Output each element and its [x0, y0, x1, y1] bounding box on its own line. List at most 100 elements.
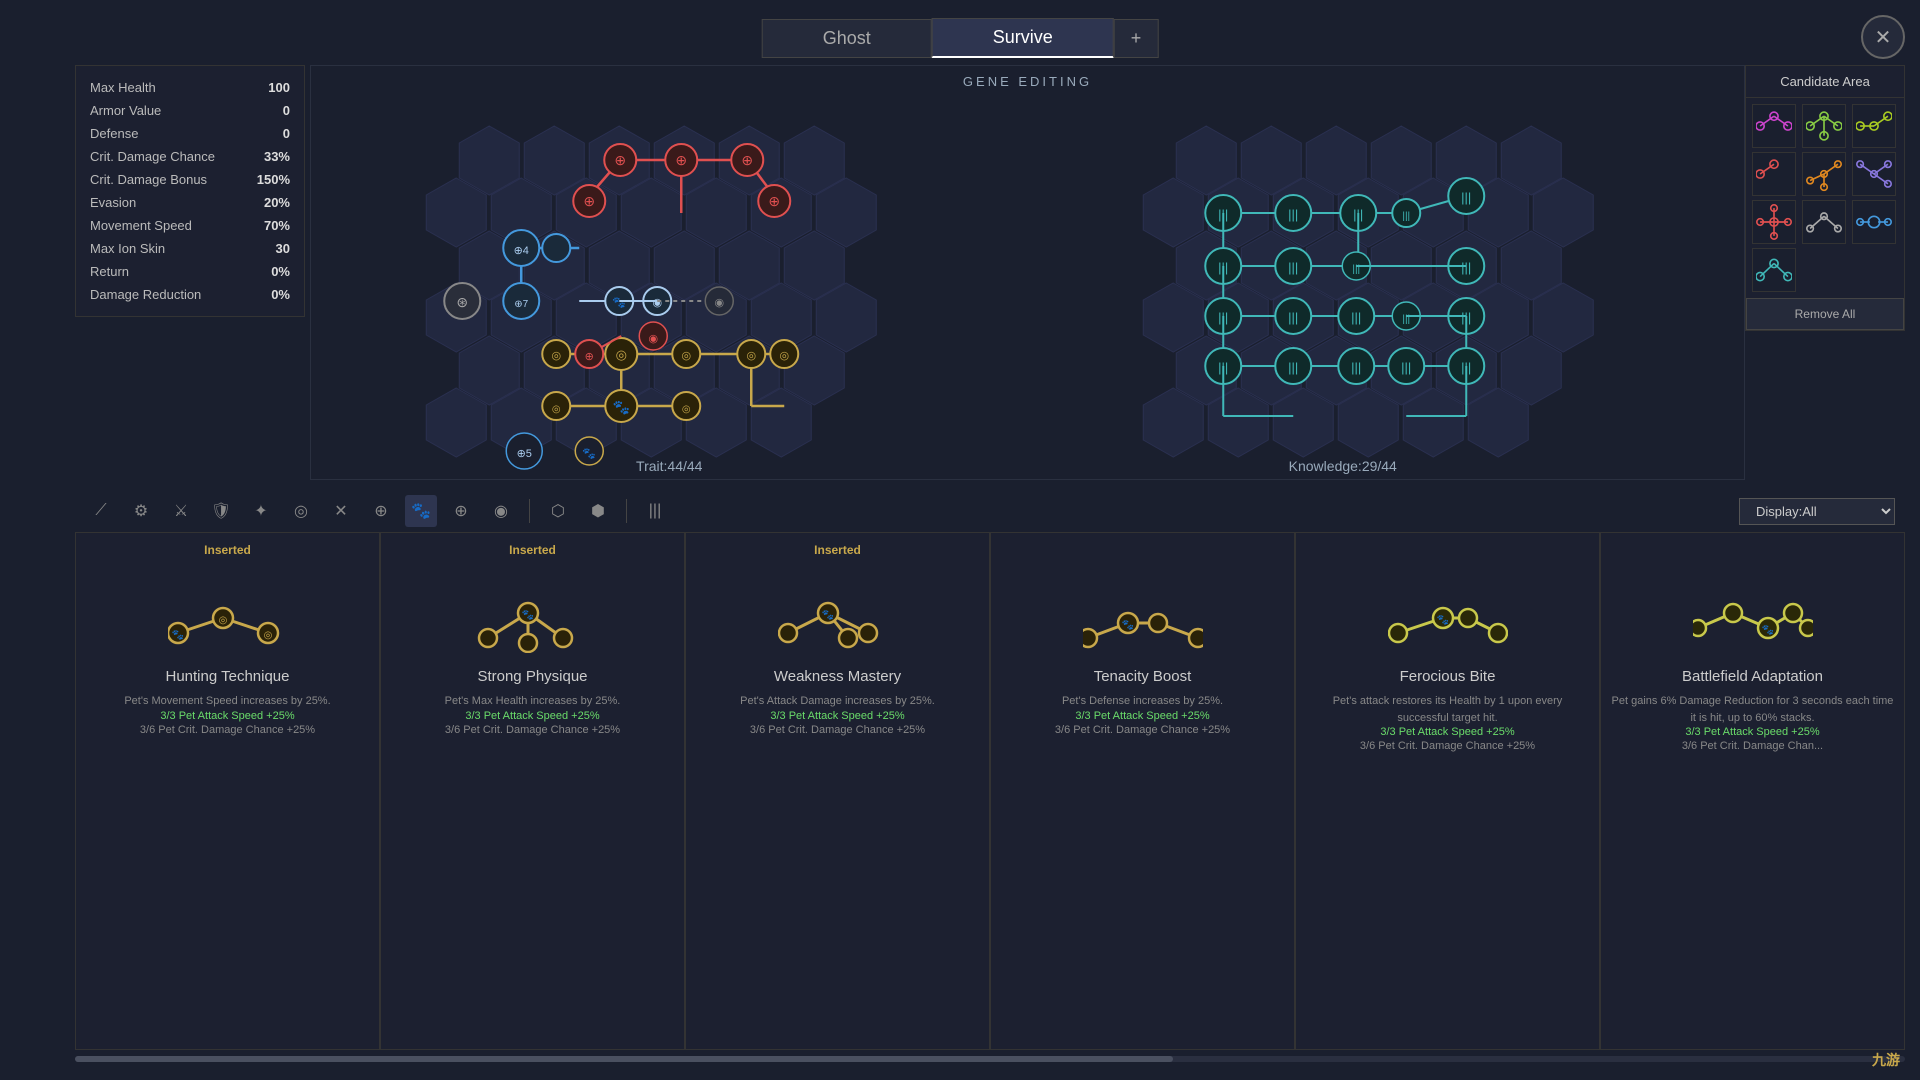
svg-text:◉: ◉ [648, 333, 658, 345]
stat-dmg-reduction: Damage Reduction 0% [76, 283, 304, 306]
candidate-item-9[interactable] [1852, 200, 1896, 244]
svg-text:⊛: ⊛ [456, 294, 468, 310]
gene-editing-area: GENE EDITING [310, 65, 1745, 480]
candidate-item-1[interactable] [1752, 104, 1796, 148]
filter-icon-gear[interactable]: ⚙ [125, 495, 157, 527]
card-area: Inserted 🐾 ◎ ◎ Hunting Technique Pet's M… [75, 532, 1905, 1050]
svg-text:⊕: ⊕ [614, 152, 626, 168]
stat-movement: Movement Speed 70% [76, 214, 304, 237]
svg-text:◎: ◎ [682, 404, 691, 415]
svg-text:🐾: 🐾 [521, 609, 533, 621]
card-strong-physique[interactable]: Inserted 🐾 Strong Physique Pet's Max Hea… [380, 532, 685, 1050]
card-hunting-technique[interactable]: Inserted 🐾 ◎ ◎ Hunting Technique Pet's M… [75, 532, 380, 1050]
candidate-item-4[interactable] [1752, 152, 1796, 196]
logo: 九游 [1872, 1050, 1900, 1070]
card-name-6: Battlefield Adaptation [1682, 668, 1823, 685]
candidate-area: Candidate Area [1745, 65, 1905, 331]
candidate-item-5[interactable] [1802, 152, 1846, 196]
candidate-item-8[interactable] [1802, 200, 1846, 244]
filter-icon-circle[interactable]: ◎ [285, 495, 317, 527]
tab-add[interactable]: + [1114, 19, 1159, 58]
filter-icon-bars-circle[interactable]: ◉ [485, 495, 517, 527]
card-desc-1: Pet's Movement Speed increases by 25%. [124, 693, 330, 710]
svg-text:🐾: 🐾 [1121, 619, 1133, 631]
filter-divider-1 [529, 499, 530, 523]
stat-armor: Armor Value 0 [76, 99, 304, 122]
trait-grid[interactable]: ⊕ ⊕ ⊕ ⊕ ⊕ ⊕4 ⊕7 ⊛ 🐾 ◉ ◉ [311, 96, 1028, 480]
card-badge-1: Inserted [204, 543, 251, 557]
filter-icon-shield[interactable]: 🛡 [205, 495, 237, 527]
card-icon-1: 🐾 ◎ ◎ [86, 568, 369, 668]
svg-text:|||: ||| [1351, 310, 1361, 325]
scrollbar-thumb[interactable] [75, 1056, 1173, 1062]
svg-text:⊕: ⊕ [585, 351, 594, 363]
stat-crit-bonus: Crit. Damage Bonus 150% [76, 168, 304, 191]
svg-text:◎: ◎ [746, 350, 756, 362]
candidate-item-2[interactable] [1802, 104, 1846, 148]
card-badge-2: Inserted [509, 543, 556, 557]
svg-text:◉: ◉ [652, 297, 662, 309]
card-icon-2: 🐾 [391, 568, 674, 668]
card-battlefield-adaptation[interactable]: 🐾 Battlefield Adaptation Pet gains 6% Da… [1600, 532, 1905, 1050]
stats-panel: Max Health 100 Armor Value 0 Defense 0 C… [75, 65, 305, 317]
knowledge-grid[interactable]: ||| ||| ||| ||| ||| ||| ||| ||| ||| ||| … [1028, 96, 1745, 480]
filter-icon-arrows[interactable]: ⊕ [445, 495, 477, 527]
card-name-2: Strong Physique [477, 668, 587, 685]
filter-icon-swords[interactable]: ⚔ [165, 495, 197, 527]
filter-icon-hex2[interactable]: ⬢ [582, 495, 614, 527]
svg-text:|||: ||| [1288, 310, 1298, 325]
filter-icon-paw[interactable]: 🐾 [405, 495, 437, 527]
close-button[interactable]: ✕ [1861, 15, 1905, 59]
tab-ghost[interactable]: Ghost [762, 19, 932, 58]
card-name-5: Ferocious Bite [1400, 668, 1496, 685]
svg-text:⊕: ⊕ [768, 193, 780, 209]
card-icon-3: 🐾 [696, 568, 979, 668]
stat-ion-skin: Max Ion Skin 30 [76, 237, 304, 260]
svg-text:🐾: 🐾 [821, 609, 833, 621]
knowledge-label: Knowledge:29/44 [1289, 458, 1397, 474]
card-stat1-4: 3/3 Pet Attack Speed +25% [1075, 710, 1209, 722]
filter-icon-star[interactable]: ✦ [245, 495, 277, 527]
filter-icon-slash[interactable]: ⟋ [85, 495, 117, 527]
filter-icon-plus-circle[interactable]: ⊕ [365, 495, 397, 527]
svg-text:🐾: 🐾 [582, 448, 596, 460]
svg-text:|||: ||| [1288, 260, 1298, 275]
filter-divider-2 [626, 499, 627, 523]
card-tenacity-boost[interactable]: 🐾 Tenacity Boost Pet's Defense increases… [990, 532, 1295, 1050]
svg-text:◎: ◎ [218, 615, 227, 626]
svg-text:◎: ◎ [263, 630, 272, 641]
card-icon-4: 🐾 [1001, 568, 1284, 668]
card-ferocious-bite[interactable]: 🐾 Ferocious Bite Pet's attack restores i… [1295, 532, 1600, 1050]
remove-all-button[interactable]: Remove All [1746, 298, 1904, 330]
card-icon-5: 🐾 [1306, 568, 1589, 668]
candidate-item-7[interactable] [1752, 200, 1796, 244]
stat-defense: Defense 0 [76, 122, 304, 145]
card-desc-3: Pet's Attack Damage increases by 25%. [740, 693, 935, 710]
filter-icon-x[interactable]: ✕ [325, 495, 357, 527]
card-icon-6: 🐾 [1611, 568, 1894, 668]
stat-crit-chance: Crit. Damage Chance 33% [76, 145, 304, 168]
tab-bar: Ghost Survive + [762, 18, 1159, 58]
card-stat2-3: 3/6 Pet Crit. Damage Chance +25% [750, 722, 925, 739]
filter-icon-bars[interactable]: ||| [639, 495, 671, 527]
horizontal-scrollbar[interactable] [75, 1056, 1905, 1062]
card-weakness-mastery[interactable]: Inserted 🐾 Weakness Mastery Pet's Attack… [685, 532, 990, 1050]
candidate-item-6[interactable] [1852, 152, 1896, 196]
card-desc-4: Pet's Defense increases by 25%. [1062, 693, 1223, 710]
svg-text:|||: ||| [1402, 211, 1410, 222]
card-desc-6: Pet gains 6% Damage Reduction for 3 seco… [1611, 693, 1894, 726]
svg-text:|||: ||| [1401, 360, 1411, 375]
card-name-4: Tenacity Boost [1094, 668, 1192, 685]
filter-icon-hex1[interactable]: ⬡ [542, 495, 574, 527]
gene-editing-title: GENE EDITING [311, 66, 1744, 97]
candidate-item-10[interactable] [1752, 248, 1796, 292]
candidate-item-3[interactable] [1852, 104, 1896, 148]
stat-evasion: Evasion 20% [76, 191, 304, 214]
candidate-grid [1746, 98, 1904, 298]
svg-text:|||: ||| [1461, 260, 1471, 275]
tab-survive[interactable]: Survive [932, 18, 1114, 58]
svg-text:◎: ◎ [552, 404, 561, 415]
svg-text:◉: ◉ [714, 297, 724, 309]
card-stat2-5: 3/6 Pet Crit. Damage Chance +25% [1360, 738, 1535, 755]
display-all-select[interactable]: Display:All Display:Inserted Display:Uni… [1739, 498, 1895, 525]
